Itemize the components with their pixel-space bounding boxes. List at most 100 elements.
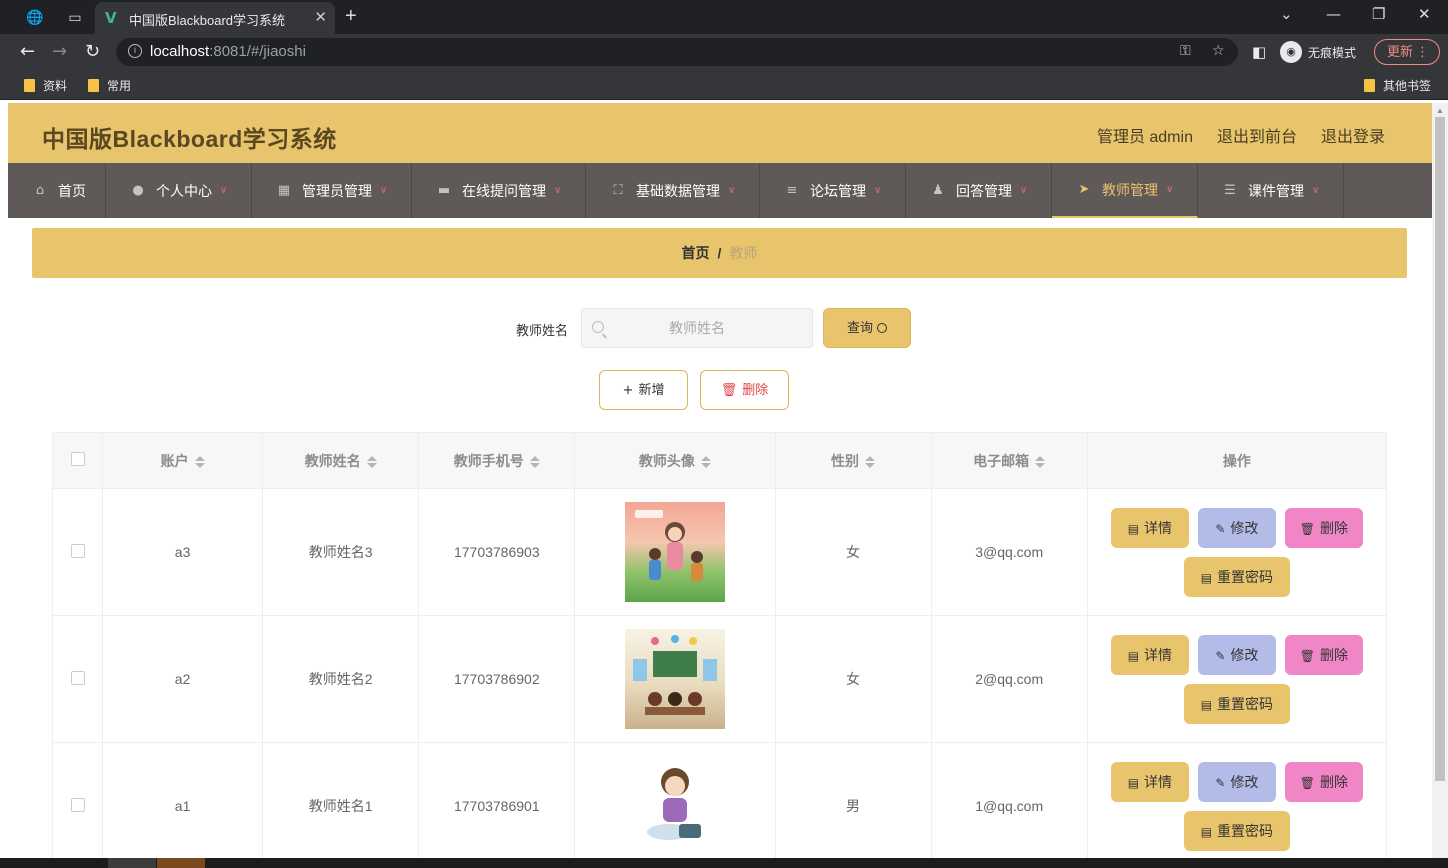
reset-password-button[interactable]: ▤ 重置密码 xyxy=(1183,810,1290,851)
new-tab-icon[interactable]: + xyxy=(345,5,357,28)
email-cell: 3@qq.com xyxy=(931,488,1088,616)
other-bookmarks[interactable]: 其他书签 xyxy=(1364,77,1431,94)
column-header[interactable]: 性别 xyxy=(775,432,932,489)
select-all-checkbox[interactable] xyxy=(70,452,85,466)
home-icon: ⌂ xyxy=(35,183,45,198)
tab-title: 中国版Blackboard学习系统 xyxy=(129,13,286,28)
logout-link[interactable]: 退出登录 xyxy=(1321,123,1385,147)
delete-button[interactable]: 🗑 删除 xyxy=(1284,761,1363,802)
close-tab-icon[interactable]: ✕ xyxy=(314,8,327,26)
reload-icon[interactable]: ↻ xyxy=(85,41,100,62)
menu-label: 管理员管理 xyxy=(302,182,372,199)
search-input[interactable]: 教师姓名 xyxy=(581,308,813,348)
row-select-cell xyxy=(52,615,104,743)
table-header-row: 账户 教师姓名 教师手机号 教师头像 性别 电子邮箱 操作 xyxy=(52,432,1388,489)
reset-password-button[interactable]: ▤ 重置密码 xyxy=(1183,683,1290,724)
globe-icon[interactable]: 🌐 xyxy=(24,6,46,28)
url-field[interactable]: i localhost:8081/#/jiaoshi ⚿ ☆ xyxy=(116,38,1238,66)
menu-item-admin[interactable]: ▦ 管理员管理 ∨ xyxy=(252,163,412,218)
scrollbar-thumb[interactable] xyxy=(1435,117,1445,781)
delete-button[interactable]: 🗑 删除 xyxy=(1284,634,1363,675)
key-icon[interactable]: ⚿ xyxy=(1180,43,1191,59)
sort-icon[interactable] xyxy=(529,455,540,469)
column-header[interactable]: 电子邮箱 xyxy=(931,432,1088,489)
menu-label: 首页 xyxy=(58,182,86,199)
edit-button[interactable]: ✎ 修改 xyxy=(1197,507,1276,548)
sort-icon[interactable] xyxy=(366,455,377,469)
edit-button[interactable]: ✎ 修改 xyxy=(1197,634,1276,675)
taskbar-item[interactable] xyxy=(157,858,205,868)
add-button[interactable]: + 新增 xyxy=(599,370,688,410)
menu-item-basedata[interactable]: ⛶ 基础数据管理 ∨ xyxy=(586,163,760,218)
incognito-icon: ◉ xyxy=(1280,41,1302,63)
column-header[interactable]: 教师姓名 xyxy=(262,432,420,489)
query-button[interactable]: 查询 xyxy=(823,308,911,348)
column-label: 账户 xyxy=(160,452,189,469)
detail-button[interactable]: ▤ 详情 xyxy=(1110,507,1189,548)
breadcrumb-home[interactable]: 首页 xyxy=(682,245,710,261)
bookmark-folder[interactable]: 资料 xyxy=(24,77,67,94)
close-window-icon[interactable]: ✕ xyxy=(1418,5,1431,23)
address-bar: ← → ↻ i localhost:8081/#/jiaoshi ⚿ ☆ ◧ ◉… xyxy=(0,34,1448,70)
actions-cell: ▤ 详情 ✎ 修改 🗑 删除 ▤ 重置密码 xyxy=(1087,488,1388,616)
person-icon: ♟ xyxy=(932,183,944,198)
sort-icon[interactable] xyxy=(1035,455,1046,469)
menu-item-forum[interactable]: ≡ 论坛管理 ∨ xyxy=(760,163,906,218)
name-cell: 教师姓名1 xyxy=(262,742,420,868)
row-checkbox[interactable] xyxy=(70,670,85,685)
menu-item-home[interactable]: ⌂ 首页 xyxy=(8,163,106,218)
column-header[interactable]: 教师头像 xyxy=(574,432,776,489)
detail-label: 详情 xyxy=(1144,646,1173,663)
email-cell: 2@qq.com xyxy=(931,615,1088,743)
detail-button[interactable]: ▤ 详情 xyxy=(1110,634,1189,675)
page-scrollbar[interactable]: ▲ xyxy=(1432,103,1448,868)
table-row: a3 教师姓名3 17703786903 女 3@qq.com ▤ 详情 ✎ 修… xyxy=(52,488,1388,616)
menu-item-questions[interactable]: ▬ 在线提问管理 ∨ xyxy=(412,163,586,218)
tab-icon[interactable]: ▭ xyxy=(64,6,86,28)
bookmark-label: 常用 xyxy=(107,79,132,93)
batch-delete-button[interactable]: 🗑 删除 xyxy=(700,370,789,410)
forward-icon[interactable]: → xyxy=(52,41,67,62)
menu-item-personal[interactable]: ● 个人中心 ∨ xyxy=(106,163,252,218)
phone-cell: 17703786902 xyxy=(418,615,576,743)
star-icon[interactable]: ☆ xyxy=(1212,43,1225,59)
gender-cell: 女 xyxy=(775,488,932,616)
menu-item-answers[interactable]: ♟ 回答管理 ∨ xyxy=(906,163,1052,218)
menu-label: 基础数据管理 xyxy=(636,182,720,199)
info-icon[interactable]: i xyxy=(128,44,142,58)
edit-button[interactable]: ✎ 修改 xyxy=(1197,761,1276,802)
detail-button[interactable]: ▤ 详情 xyxy=(1110,761,1189,802)
menu-item-courseware[interactable]: ☰ 课件管理 ∨ xyxy=(1198,163,1344,218)
search-icon xyxy=(592,321,604,333)
update-button[interactable]: 更新 ⋮ xyxy=(1374,39,1440,65)
scroll-up-icon[interactable]: ▲ xyxy=(1436,106,1444,115)
chevron-down-icon: ∨ xyxy=(1312,185,1320,196)
incognito-indicator[interactable]: ◉ 无痕模式 xyxy=(1280,40,1356,64)
column-label: 教师姓名 xyxy=(304,452,361,469)
sort-icon[interactable] xyxy=(865,455,876,469)
sort-icon[interactable] xyxy=(194,455,205,469)
sidepanel-icon[interactable]: ◧ xyxy=(1252,43,1266,61)
taskbar-item[interactable] xyxy=(108,858,156,868)
menu-item-teachers[interactable]: ➤ 教师管理 ∨ xyxy=(1052,163,1198,218)
restore-icon[interactable]: ❐ xyxy=(1372,5,1385,23)
minimize-icon[interactable]: — xyxy=(1326,5,1341,23)
reset-password-button[interactable]: ▤ 重置密码 xyxy=(1183,556,1290,597)
chevron-down-icon[interactable]: ⌄ xyxy=(1280,5,1293,23)
app-title: 中国版Blackboard学习系统 xyxy=(42,126,337,152)
add-label: 新增 xyxy=(638,382,665,397)
gender-cell: 男 xyxy=(775,742,932,868)
more-icon[interactable]: ⋮ xyxy=(1416,40,1429,64)
column-header[interactable]: 教师手机号 xyxy=(418,432,576,489)
to-front-link[interactable]: 退出到前台 xyxy=(1217,123,1297,147)
column-header[interactable]: 账户 xyxy=(102,432,264,489)
browser-tab[interactable]: V 中国版Blackboard学习系统 ✕ xyxy=(95,2,335,34)
row-checkbox[interactable] xyxy=(70,543,85,558)
bookmark-folder[interactable]: 常用 xyxy=(88,77,131,94)
phone-cell: 17703786901 xyxy=(418,742,576,868)
sort-icon[interactable] xyxy=(700,455,711,469)
row-checkbox[interactable] xyxy=(70,797,85,812)
back-icon[interactable]: ← xyxy=(20,41,35,62)
edit-icon: ✎ xyxy=(1215,521,1226,536)
delete-button[interactable]: 🗑 删除 xyxy=(1284,507,1363,548)
